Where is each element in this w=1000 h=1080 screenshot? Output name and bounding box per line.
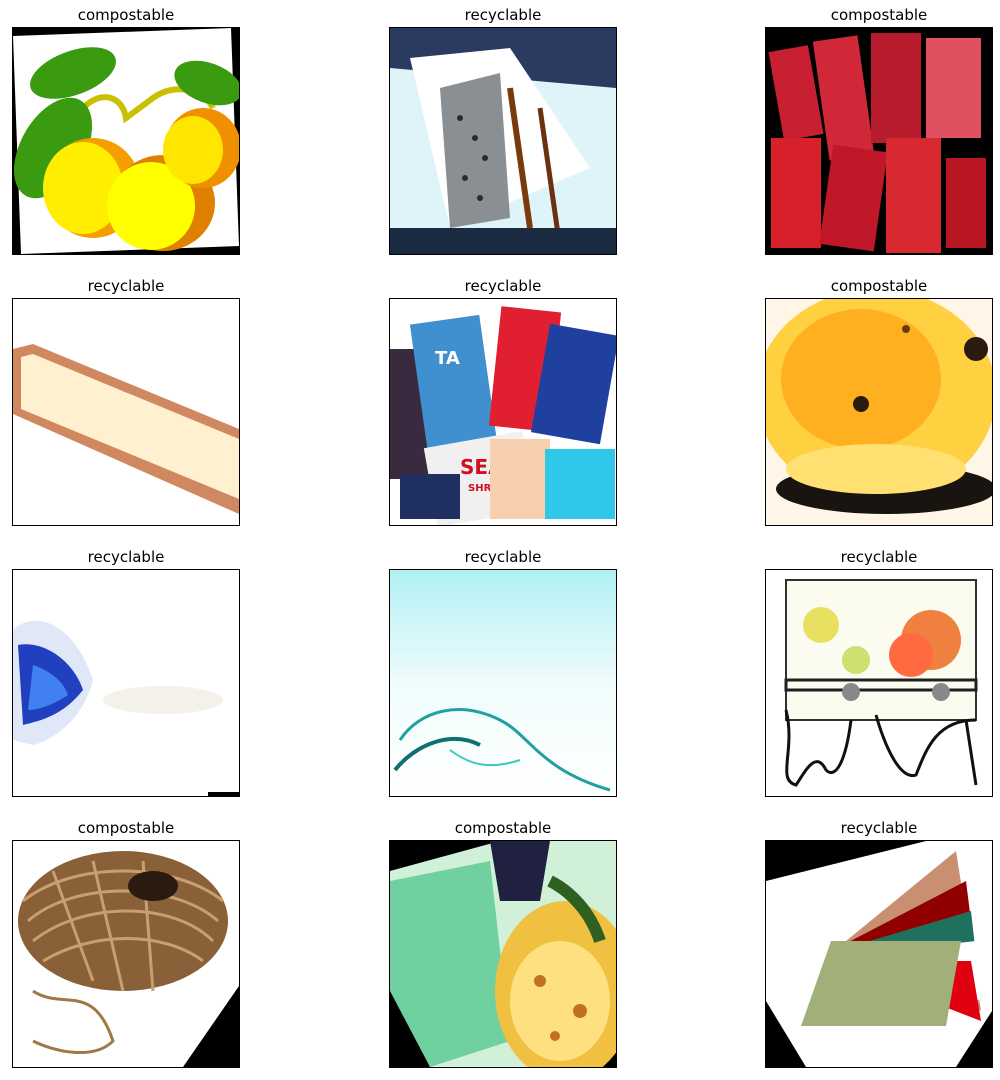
panel-title: recyclable [840, 819, 918, 837]
panel-title: compostable [830, 6, 928, 24]
panel-title: recyclable [840, 548, 918, 566]
panel-image-cyan-plastic [389, 569, 617, 797]
panel-image-paper-envelopes [765, 840, 993, 1068]
panel-title: compostable [77, 6, 175, 24]
panel-title: recyclable [87, 277, 165, 295]
panel-image-fruit-illustration [12, 27, 240, 255]
panel-image-food-closeup [389, 840, 617, 1068]
panel-image-metal-grater [389, 27, 617, 255]
panel-title: recyclable [464, 6, 542, 24]
panel-title: compostable [77, 819, 175, 837]
panel-image-plastic-bag [12, 569, 240, 797]
panel-image-wooden-tray [12, 298, 240, 526]
panel-title: recyclable [87, 548, 165, 566]
magazine-title-1: TA [435, 348, 460, 369]
panel-title: compostable [454, 819, 552, 837]
panel-title: compostable [830, 277, 928, 295]
panel-title: recyclable [464, 548, 542, 566]
panel-image-magazines: TA SEA SHRI [389, 298, 617, 526]
panel-image-raw-meat [765, 27, 993, 255]
panel-image-drink-dispenser [765, 569, 993, 797]
panel-image-yellow-fruit [765, 298, 993, 526]
panel-image-twine-ball [12, 840, 240, 1068]
panel-title: recyclable [464, 277, 542, 295]
